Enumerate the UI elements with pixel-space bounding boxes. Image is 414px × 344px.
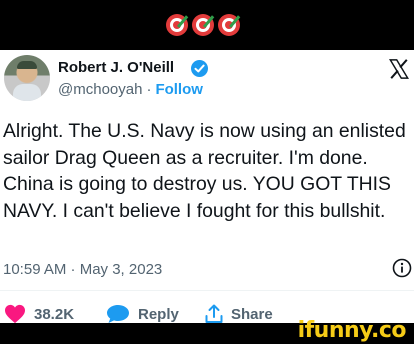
- divider: [0, 290, 414, 291]
- x-logo-icon[interactable]: [388, 58, 410, 80]
- dart-target-icon: [192, 14, 215, 36]
- reply-button[interactable]: Reply: [106, 304, 179, 324]
- share-icon: [205, 304, 223, 323]
- dart-target-icon: [166, 14, 189, 36]
- reply-label: Reply: [138, 305, 179, 323]
- top-black-bar: [0, 0, 414, 50]
- verified-badge-icon: [191, 60, 208, 77]
- ifunny-watermark: ifunny.co: [297, 318, 407, 343]
- tweet-card: Robert J. O'Neill @mchooyah · Follow Alrig…: [0, 50, 414, 324]
- author-handle[interactable]: @mchooyah: [58, 81, 142, 98]
- share-label: Share: [231, 305, 273, 323]
- follow-button[interactable]: Follow: [155, 81, 203, 98]
- emoji-row: [166, 14, 241, 36]
- share-button[interactable]: Share: [205, 304, 273, 324]
- dart-target-icon: [218, 14, 241, 36]
- avatar[interactable]: [4, 55, 50, 101]
- author-name[interactable]: Robert J. O'Neill: [58, 59, 174, 76]
- handle-row: @mchooyah · Follow: [58, 81, 203, 98]
- heart-icon: [5, 304, 25, 324]
- reply-bubble-icon: [107, 305, 129, 323]
- separator-dot: ·: [146, 81, 152, 98]
- tweet-text: Alright. The U.S. Navy is now using an e…: [3, 120, 406, 222]
- like-button[interactable]: 38.2K: [4, 304, 74, 324]
- tweet-timestamp[interactable]: 10:59 AM · May 3, 2023: [3, 261, 162, 278]
- info-icon[interactable]: [392, 258, 412, 278]
- like-count: 38.2K: [34, 305, 75, 323]
